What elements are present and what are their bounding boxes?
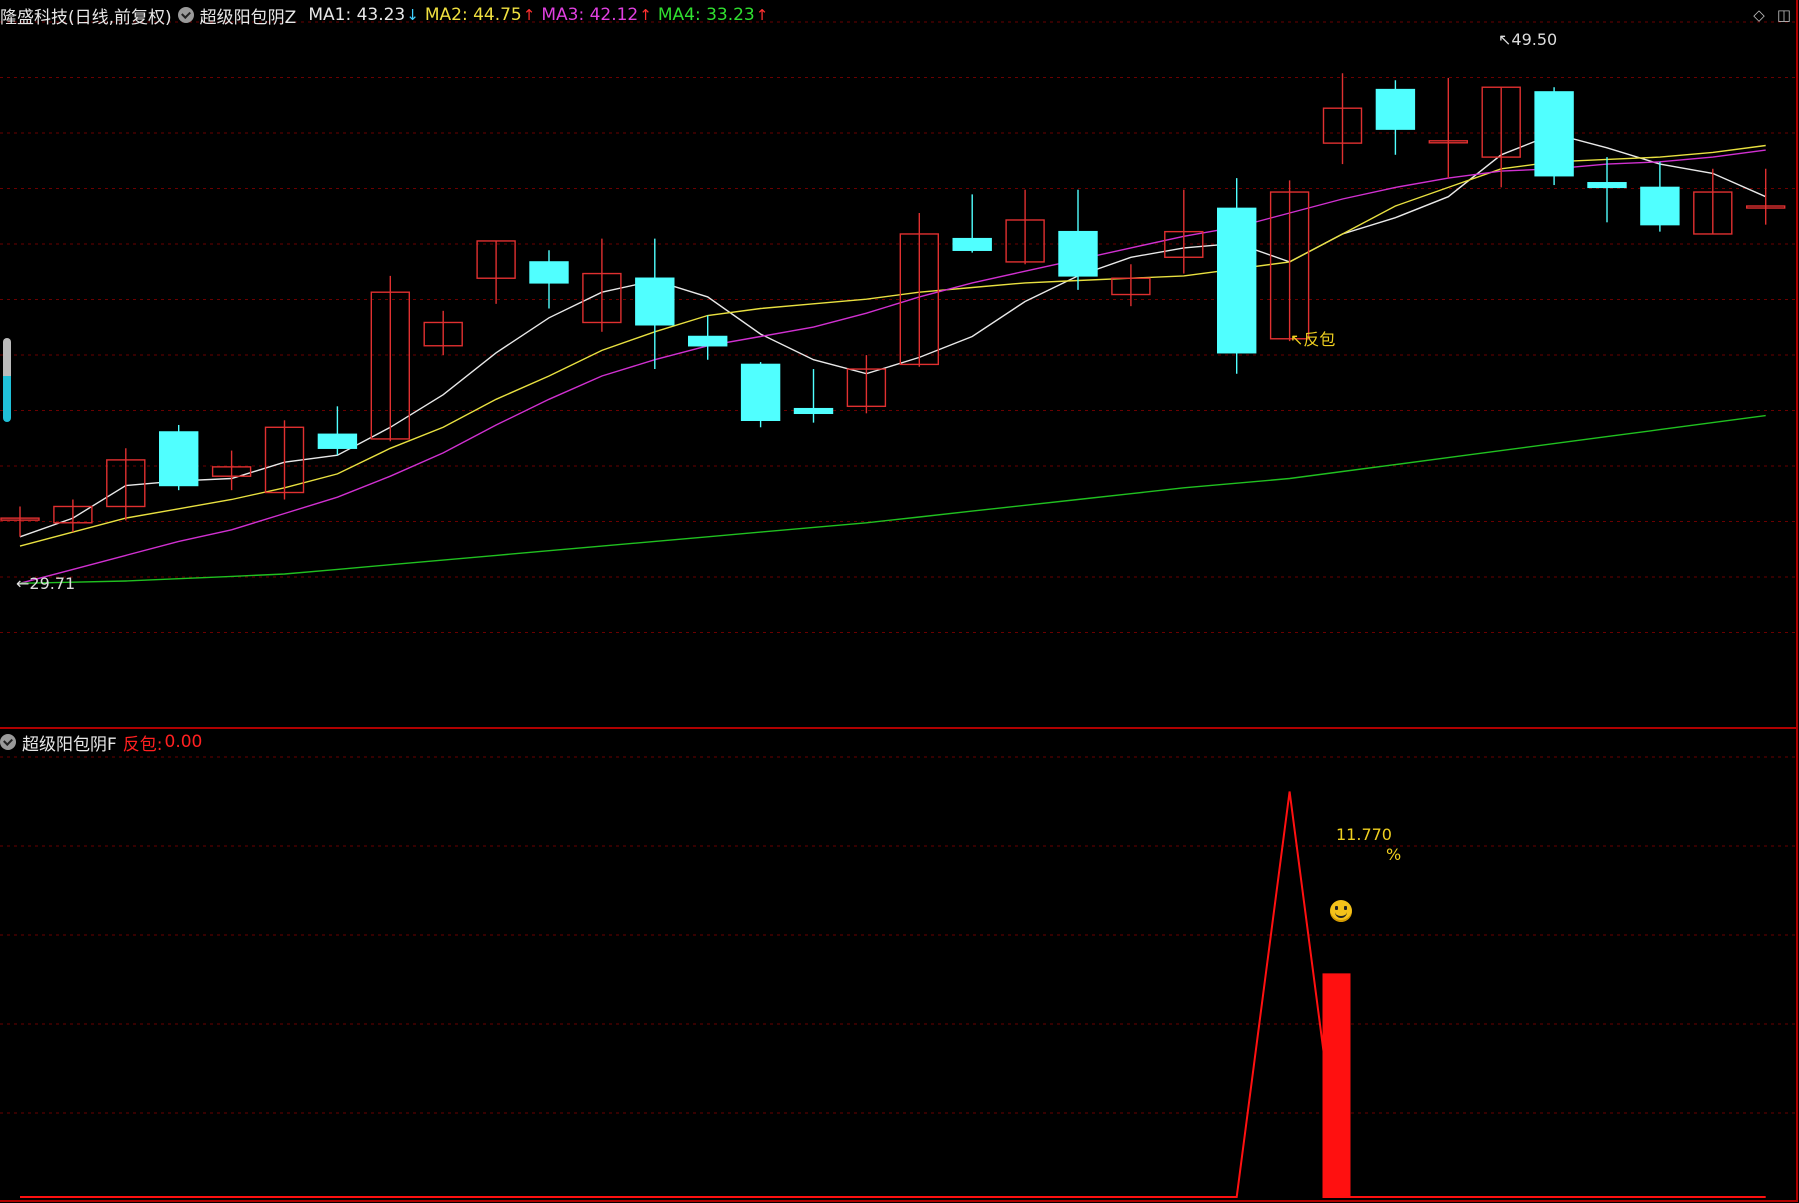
scroll-handle[interactable] — [3, 338, 11, 422]
indicator-name: 超级阳包阴Z — [199, 7, 297, 28]
smiley-icon — [1330, 900, 1352, 922]
arrow-up-icon: ↑ — [522, 6, 536, 24]
diamond-icon[interactable]: ◇ — [1753, 6, 1765, 24]
candle-body — [1216, 207, 1257, 354]
ma-legend-text: MA3: 42.12 — [541, 5, 639, 25]
candle-body — [1587, 182, 1627, 189]
arrow-up-icon: ↑ — [755, 6, 769, 24]
signal-label: ↖反包 — [1290, 330, 1336, 349]
candle-body — [1640, 186, 1680, 226]
ma-legend-item: MA4: 33.23↑ — [658, 5, 769, 25]
ma-line-ma2 — [19, 144, 1766, 547]
ma-line-ma4 — [19, 414, 1766, 584]
ma-legend-item: MA3: 42.12↑ — [541, 5, 652, 25]
ma-line-ma1 — [19, 133, 1766, 538]
signal-line — [20, 791, 1766, 1198]
stock-chart[interactable] — [0, 0, 1799, 1203]
candle-body — [1375, 88, 1416, 130]
circle-chevron-icon[interactable] — [0, 734, 16, 750]
ma-legend-text: MA1: 43.23 — [308, 5, 406, 25]
ma-line-ma3 — [19, 149, 1766, 584]
stock-title: 隆盛科技(日线,前复权) — [0, 7, 172, 28]
candle-body — [1534, 91, 1574, 177]
window-icon[interactable]: ◫ — [1777, 6, 1791, 24]
circle-chevron-icon[interactable] — [177, 7, 194, 23]
window-controls: ◇ ◫ — [1753, 6, 1791, 24]
arrow-down-icon: ↓ — [406, 6, 419, 24]
arrow-up-icon: ↑ — [639, 6, 652, 24]
low-price-label: ←29.71 — [16, 574, 76, 593]
candle-body — [688, 335, 728, 347]
main-header: 隆盛科技(日线,前复权) 超级阳包阴Z MA1: 43.23↓ MA2: 44.7… — [0, 4, 768, 28]
candle-body — [158, 431, 199, 487]
ma-legend-text: MA4: 33.23 — [657, 5, 755, 25]
candle-body — [529, 261, 569, 284]
sub-header: 超级阳包阴F 反包: 0.00 — [0, 731, 203, 755]
candle-body — [740, 363, 781, 421]
candle-body — [1058, 230, 1098, 277]
field-value: 0.00 — [164, 732, 203, 752]
ma-legend-item: MA2: 44.75↑ — [425, 5, 536, 25]
candle-body — [793, 407, 834, 415]
high-price-label: ↖49.50 — [1498, 30, 1558, 49]
signal-bar — [1322, 973, 1351, 1198]
percent-sign: % — [1386, 845, 1402, 864]
sub-indicator-name: 超级阳包阴F — [22, 734, 117, 755]
ma-legend: MA1: 43.23↓ MA2: 44.75↑ MA3: 42.12↑ MA4: 33… — [302, 5, 768, 25]
percent-value: 11.770 — [1336, 825, 1392, 844]
field-label: 反包: — [122, 734, 163, 755]
candle-body — [952, 237, 992, 251]
candle-body — [635, 277, 675, 326]
ma-legend-item: MA1: 43.23↓ — [308, 5, 419, 25]
ma-legend-text: MA2: 44.75 — [424, 5, 522, 25]
candle-body — [317, 433, 358, 449]
